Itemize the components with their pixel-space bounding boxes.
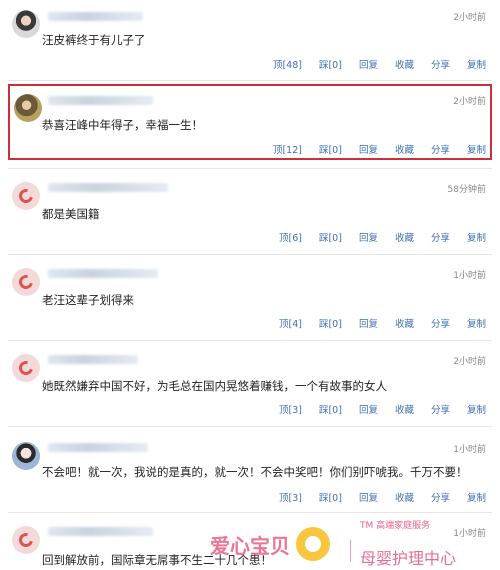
downvote-button[interactable]: 踩[0] [319,490,342,504]
reply-button[interactable]: 回复 [359,142,378,156]
comment-text: 她既然嫌弃中国不好，为毛总在国内晃悠着赚钱，一个有故事的女人 [42,379,387,393]
downvote-button[interactable]: 踩[0] [319,316,342,330]
username-blurred[interactable] [48,527,153,536]
upvote-button[interactable]: 顶[4] [279,316,302,330]
default-avatar-icon[interactable] [12,354,40,382]
watermark-right: TM 高端家庭服务 母婴护理中心 [360,518,456,569]
upvote-button[interactable]: 顶[3] [279,402,302,416]
comment-time: 58分钟前 [447,185,486,195]
comment-actions: 顶[6] 踩[0] 回复 收藏 分享 复制 [262,230,486,244]
default-avatar-icon[interactable] [12,268,40,296]
share-button[interactable]: 分享 [431,490,450,504]
comment-time: 2小时前 [453,97,486,107]
comment-text: 汪皮裤终于有儿子了 [42,33,146,47]
comment-text: 都是美国籍 [42,207,100,221]
upvote-button[interactable]: 顶[48] [273,57,302,71]
comment-actions: 顶[3] 踩[0] 回复 收藏 分享 复制 [262,402,486,416]
comment-actions: 顶[48] 踩[0] 回复 收藏 分享 复制 [256,57,486,71]
username-blurred[interactable] [48,443,148,452]
downvote-button[interactable]: 踩[0] [319,230,342,244]
user-avatar[interactable] [12,442,40,470]
divider [8,168,492,169]
divider [8,80,492,81]
downvote-button[interactable]: 踩[0] [319,402,342,416]
copy-button[interactable]: 复制 [467,316,486,330]
username-blurred[interactable] [48,355,138,364]
favorite-button[interactable]: 收藏 [395,57,414,71]
divider [8,340,492,341]
comment-text: 老汪这辈子划得来 [42,293,134,307]
watermark: 爱心宝贝 TM 高端家庭服务 母婴护理中心 [210,518,500,570]
divider [8,426,492,427]
comment-time: 2小时前 [453,357,486,367]
reply-button[interactable]: 回复 [359,230,378,244]
comment-time: 1小时前 [453,445,486,455]
user-avatar[interactable] [12,10,40,38]
comment-actions: 顶[4] 踩[0] 回复 收藏 分享 复制 [262,316,486,330]
copy-button[interactable]: 复制 [467,402,486,416]
comment-actions: 顶[12] 踩[0] 回复 收藏 分享 复制 [256,142,486,156]
username-blurred[interactable] [48,269,158,278]
watermark-subtitle: 母婴护理中心 [360,549,457,568]
share-button[interactable]: 分享 [431,230,450,244]
divider [8,254,492,255]
favorite-button[interactable]: 收藏 [395,142,414,156]
reply-button[interactable]: 回复 [359,316,378,330]
comment-actions: 顶[3] 踩[0] 回复 收藏 分享 复制 [262,490,486,504]
copy-button[interactable]: 复制 [467,490,486,504]
comment-text: 不会吧！就一次，我说的是真的，就一次！不会中奖吧！你们别吓唬我。千万不要！ [42,465,468,479]
copy-button[interactable]: 复制 [467,142,486,156]
username-blurred[interactable] [48,12,143,21]
share-button[interactable]: 分享 [431,142,450,156]
comment-time: 2小时前 [453,13,486,23]
copy-button[interactable]: 复制 [467,57,486,71]
share-button[interactable]: 分享 [431,402,450,416]
upvote-button[interactable]: 顶[12] [273,142,302,156]
downvote-button[interactable]: 踩[0] [319,57,342,71]
copy-button[interactable]: 复制 [467,230,486,244]
favorite-button[interactable]: 收藏 [395,402,414,416]
share-button[interactable]: 分享 [431,316,450,330]
downvote-button[interactable]: 踩[0] [319,142,342,156]
default-avatar-icon[interactable] [12,182,40,210]
watermark-tagline: TM 高端家庭服务 [360,521,431,531]
reply-button[interactable]: 回复 [359,57,378,71]
watermark-divider [350,540,351,562]
favorite-button[interactable]: 收藏 [395,490,414,504]
upvote-button[interactable]: 顶[3] [279,490,302,504]
user-avatar[interactable] [14,94,42,122]
favorite-button[interactable]: 收藏 [395,316,414,330]
share-button[interactable]: 分享 [431,57,450,71]
upvote-button[interactable]: 顶[6] [279,230,302,244]
favorite-button[interactable]: 收藏 [395,230,414,244]
comment-text: 恭喜汪峰中年得子，幸福一生！ [42,118,203,132]
username-blurred[interactable] [48,96,153,105]
watermark-logo-icon [296,527,330,561]
comment-time: 1小时前 [453,271,486,281]
watermark-brand: 爱心宝贝 [210,533,290,558]
default-avatar-icon[interactable] [12,526,40,554]
divider [8,512,492,513]
reply-button[interactable]: 回复 [359,402,378,416]
username-blurred[interactable] [48,183,168,192]
reply-button[interactable]: 回复 [359,490,378,504]
